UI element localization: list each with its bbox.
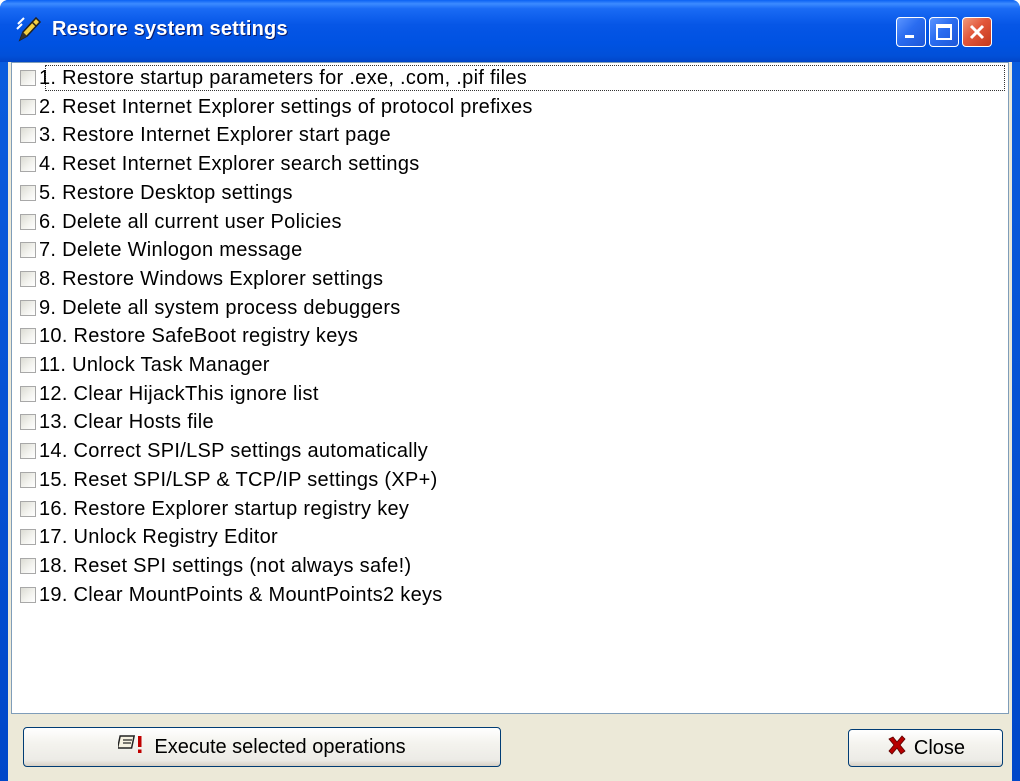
checklist-item[interactable]: 9. Delete all system process debuggers — [12, 294, 1002, 322]
checklist-item[interactable]: 14. Correct SPI/LSP settings automatical… — [12, 437, 1002, 465]
checklist-item-label: 1. Restore startup parameters for .exe, … — [39, 67, 528, 89]
restore-settings-window: Restore system settings 1. Restore start… — [0, 0, 1020, 781]
checklist-item-label: 7. Delete Winlogon message — [39, 239, 303, 262]
checklist-item-label: 16. Restore Explorer startup registry ke… — [39, 497, 410, 520]
checklist-item[interactable]: 18. Reset SPI settings (not always safe!… — [12, 552, 1002, 580]
checklist-item[interactable]: 10. Restore SafeBoot registry keys — [12, 322, 1002, 350]
checkbox[interactable] — [20, 184, 36, 201]
checkbox[interactable] — [20, 557, 36, 574]
execute-icon — [117, 732, 148, 762]
pencil-icon — [14, 14, 44, 44]
checklist-item[interactable]: 6. Delete all current user Policies — [12, 208, 1002, 236]
checklist-item-label: 18. Reset SPI settings (not always safe!… — [39, 554, 412, 577]
checklist-item-label: 10. Restore SafeBoot registry keys — [39, 325, 359, 348]
checkbox[interactable] — [20, 156, 36, 173]
checklist-item[interactable]: 1. Restore startup parameters for .exe, … — [12, 64, 1002, 92]
checklist-item-label: 5. Restore Desktop settings — [39, 181, 293, 204]
maximize-button[interactable] — [929, 17, 959, 47]
checklist-item[interactable]: 4. Reset Internet Explorer search settin… — [12, 150, 1002, 178]
checklist-item-label: 8. Restore Windows Explorer settings — [39, 267, 384, 290]
close-icon — [969, 24, 985, 40]
checklist-item-label: 11. Unlock Task Manager — [39, 354, 270, 376]
minimize-button[interactable] — [896, 17, 926, 47]
checkbox[interactable] — [20, 529, 36, 546]
window-title: Restore system settings — [52, 18, 288, 40]
checklist-item[interactable]: 13. Clear Hosts file — [12, 408, 1002, 436]
checklist-item-label: 3. Restore Internet Explorer start page — [39, 124, 391, 147]
close-button[interactable]: Close — [848, 729, 1003, 767]
checklist-item[interactable]: 2. Reset Internet Explorer settings of p… — [12, 93, 1002, 121]
close-button-label: Close — [913, 736, 966, 759]
title-bar[interactable]: Restore system settings — [0, 0, 1020, 62]
checklist-item[interactable]: 15. Reset SPI/LSP & TCP/IP settings (XP+… — [12, 466, 1002, 494]
checkbox[interactable] — [20, 299, 36, 316]
checklist-item[interactable]: 5. Restore Desktop settings — [12, 179, 1002, 207]
red-x-icon — [886, 734, 908, 762]
checklist-item[interactable]: 8. Restore Windows Explorer settings — [12, 265, 1002, 293]
checklist-item-label: 9. Delete all system process debuggers — [39, 296, 401, 319]
maximize-icon — [936, 24, 952, 40]
checkbox[interactable] — [20, 270, 36, 287]
checklist-item-label: 4. Reset Internet Explorer search settin… — [39, 153, 420, 176]
checklist-item-label: 14. Correct SPI/LSP settings automatical… — [39, 440, 429, 463]
checkbox[interactable] — [20, 98, 36, 115]
checkbox[interactable] — [20, 471, 36, 488]
checklist-item[interactable]: 16. Restore Explorer startup registry ke… — [12, 495, 1002, 523]
checkbox[interactable] — [20, 242, 36, 259]
checkbox[interactable] — [20, 328, 36, 345]
dialog-client-area: 1. Restore startup parameters for .exe, … — [8, 62, 1012, 781]
checklist-item-label: 6. Delete all current user Policies — [39, 210, 342, 233]
checkbox[interactable] — [20, 586, 36, 603]
checklist-item[interactable]: 17. Unlock Registry Editor — [12, 523, 1002, 551]
window-close-button[interactable] — [962, 17, 992, 47]
checklist-item[interactable]: 12. Clear HijackThis ignore list — [12, 380, 1002, 408]
checklist-item-label: 12. Clear HijackThis ignore list — [39, 382, 319, 405]
checkbox[interactable] — [20, 500, 36, 517]
minimize-icon — [905, 35, 914, 38]
checkbox[interactable] — [20, 70, 36, 86]
checkbox[interactable] — [20, 357, 36, 373]
checkbox[interactable] — [20, 443, 36, 460]
checklist-item-label: 19. Clear MountPoints & MountPoints2 key… — [39, 583, 443, 606]
operations-checklist[interactable]: 1. Restore startup parameters for .exe, … — [11, 62, 1009, 714]
checklist-item-label: 2. Reset Internet Explorer settings of p… — [39, 95, 533, 118]
execute-button-label: Execute selected operations — [154, 735, 406, 758]
checklist-item[interactable]: 11. Unlock Task Manager — [12, 351, 1002, 379]
checklist-item-label: 13. Clear Hosts file — [39, 411, 214, 434]
checklist-item[interactable]: 7. Delete Winlogon message — [12, 236, 1002, 264]
checklist-item-label: 15. Reset SPI/LSP & TCP/IP settings (XP+… — [39, 468, 438, 491]
checkbox[interactable] — [20, 414, 36, 431]
checkbox[interactable] — [20, 385, 36, 402]
execute-selected-button[interactable]: Execute selected operations — [23, 727, 501, 767]
checkbox[interactable] — [20, 127, 36, 144]
checklist-item[interactable]: 3. Restore Internet Explorer start page — [12, 121, 1002, 149]
checkbox[interactable] — [20, 213, 36, 230]
checklist-item-label: 17. Unlock Registry Editor — [39, 526, 279, 549]
checklist-item[interactable]: 19. Clear MountPoints & MountPoints2 key… — [12, 581, 1002, 609]
